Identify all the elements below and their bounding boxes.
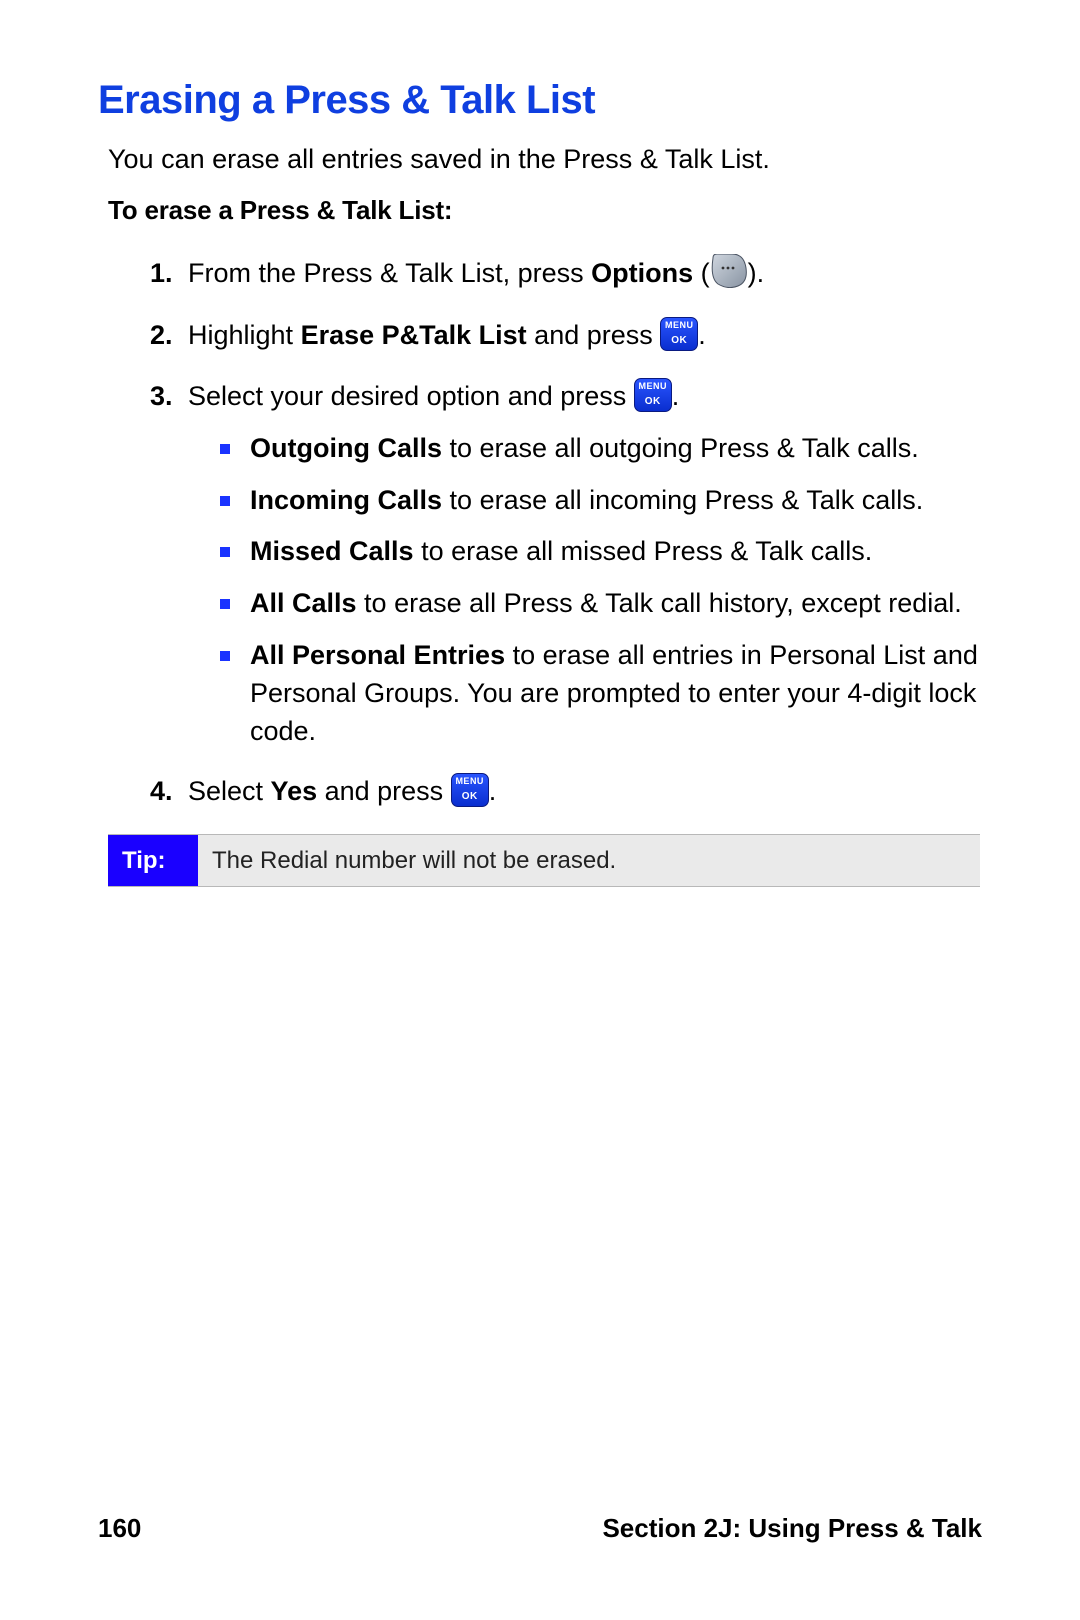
step-text: Select your desired option and press — [188, 381, 634, 411]
option-desc: to erase all incoming Press & Talk calls… — [442, 485, 923, 515]
list-item: Missed Calls to erase all missed Press &… — [220, 533, 982, 571]
step-text: and press — [317, 776, 451, 806]
menu-ok-key-icon: MENU OK — [660, 317, 698, 351]
erase-list-label: Erase P&Talk List — [301, 320, 527, 350]
list-item: Incoming Calls to erase all incoming Pre… — [220, 482, 982, 520]
step-text: From the Press & Talk List, press — [188, 258, 591, 288]
option-desc: to erase all missed Press & Talk calls. — [414, 536, 873, 566]
menu-label: MENU — [635, 382, 671, 391]
section-label: Section 2J: Using Press & Talk — [602, 1513, 982, 1544]
option-desc: to erase all outgoing Press & Talk calls… — [442, 433, 919, 463]
list-item: Outgoing Calls to erase all outgoing Pre… — [220, 430, 982, 468]
ok-label: OK — [661, 336, 697, 346]
options-label: Options — [591, 258, 693, 288]
step-3: Select your desired option and press MEN… — [150, 377, 982, 751]
step-text: ). — [748, 258, 765, 288]
manual-page: Erasing a Press & Talk List You can eras… — [0, 0, 1080, 1620]
page-footer: 160 Section 2J: Using Press & Talk — [98, 1513, 982, 1544]
menu-label: MENU — [661, 321, 697, 330]
option-name: All Calls — [250, 588, 357, 618]
list-item: All Calls to erase all Press & Talk call… — [220, 585, 982, 623]
menu-ok-key-icon: MENU OK — [451, 773, 489, 807]
tip-label: Tip: — [108, 835, 198, 886]
step-text: . — [489, 776, 497, 806]
softkey-right-icon — [710, 254, 748, 288]
step-text: . — [672, 381, 680, 411]
option-name: Outgoing Calls — [250, 433, 442, 463]
step-text: and press — [527, 320, 661, 350]
page-number: 160 — [98, 1513, 141, 1544]
tip-box: Tip: The Redial number will not be erase… — [108, 834, 980, 887]
option-name: Incoming Calls — [250, 485, 442, 515]
list-item: All Personal Entries to erase all entrie… — [220, 637, 982, 750]
option-name: All Personal Entries — [250, 640, 505, 670]
option-desc: to erase all Press & Talk call history, … — [357, 588, 962, 618]
option-name: Missed Calls — [250, 536, 414, 566]
ok-label: OK — [452, 792, 488, 802]
page-title: Erasing a Press & Talk List — [98, 78, 982, 123]
intro-text: You can erase all entries saved in the P… — [108, 141, 982, 177]
options-sublist: Outgoing Calls to erase all outgoing Pre… — [188, 430, 982, 751]
step-text: Select — [188, 776, 271, 806]
step-text: . — [698, 320, 706, 350]
tip-body: The Redial number will not be erased. — [198, 835, 630, 886]
step-text: Highlight — [188, 320, 301, 350]
step-1: From the Press & Talk List, press Option… — [150, 254, 982, 293]
step-2: Highlight Erase P&Talk List and press ME… — [150, 316, 982, 355]
steps-list: From the Press & Talk List, press Option… — [98, 254, 982, 811]
step-4: Select Yes and press MENU OK. — [150, 772, 982, 811]
menu-ok-key-icon: MENU OK — [634, 378, 672, 412]
procedure-subhead: To erase a Press & Talk List: — [108, 195, 982, 226]
menu-label: MENU — [452, 777, 488, 786]
step-text: ( — [693, 258, 710, 288]
yes-label: Yes — [271, 776, 318, 806]
ok-label: OK — [635, 397, 671, 407]
